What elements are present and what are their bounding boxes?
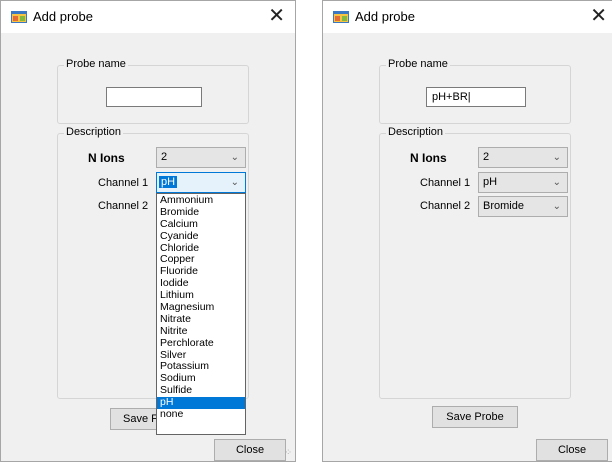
list-item[interactable]: Nitrate (157, 313, 245, 326)
chevron-down-icon: ⌄ (230, 152, 239, 163)
save-probe-button-label: Save F (123, 413, 158, 425)
title-bar: Add probe ✕ (1, 1, 295, 33)
close-icon[interactable]: ✕ (268, 4, 285, 28)
form-app-icon (333, 11, 349, 23)
n-ions-select[interactable]: 2 ⌄ (156, 147, 246, 168)
channel1-value: pH (159, 176, 178, 188)
window-title: Add probe (33, 9, 93, 24)
list-item[interactable]: none (157, 408, 245, 421)
close-button[interactable]: Close (536, 439, 608, 461)
n-ions-value: 2 (483, 151, 490, 163)
n-ions-label: N Ions (88, 151, 125, 165)
list-item[interactable]: Calcium (157, 218, 245, 231)
chevron-down-icon: ⌄ (230, 177, 239, 188)
title-bar: Add probe ✕ (323, 1, 612, 33)
description-group-label: Description (64, 126, 124, 138)
save-probe-button-label: Save Probe (446, 411, 504, 423)
channel1-select[interactable]: pH ⌄ (478, 172, 568, 193)
channel1-label: Channel 1 (98, 177, 149, 189)
description-group-label: Description (386, 126, 446, 138)
channel1-dropdown-list[interactable]: Ammonium Bromide Calcium Cyanide Chlorid… (156, 193, 246, 435)
channel1-select[interactable]: pH ⌄ (156, 172, 246, 193)
list-item[interactable]: Cyanide (157, 230, 245, 243)
n-ions-value: 2 (161, 151, 168, 163)
save-probe-button[interactable]: Save Probe (432, 406, 518, 428)
list-item[interactable]: Bromide (157, 206, 245, 219)
probe-name-group-label: Probe name (386, 58, 450, 70)
add-probe-window-left: Add probe ✕ Probe name Description N Ion… (0, 0, 296, 462)
channel2-label: Channel 2 (420, 200, 471, 212)
channel1-value: pH (483, 176, 498, 188)
window-title: Add probe (355, 9, 415, 24)
probe-name-input[interactable] (106, 87, 202, 107)
n-ions-label: N Ions (410, 151, 447, 165)
form-app-icon (11, 11, 27, 23)
close-button[interactable]: Close (214, 439, 286, 461)
chevron-down-icon: ⌄ (552, 201, 561, 212)
save-probe-button[interactable]: Save F (110, 408, 158, 430)
add-probe-window-right: Add probe ✕ Probe name pH+BR| Descriptio… (322, 0, 612, 462)
close-icon[interactable]: ✕ (590, 4, 607, 28)
chevron-down-icon: ⌄ (552, 152, 561, 163)
resize-grip-icon[interactable]: ⁘ (284, 447, 292, 458)
probe-name-input[interactable]: pH+BR| (426, 87, 526, 107)
channel2-value: Bromide (483, 200, 524, 212)
close-button-label: Close (557, 444, 587, 456)
channel1-label: Channel 1 (420, 177, 471, 189)
n-ions-select[interactable]: 2 ⌄ (478, 147, 568, 168)
list-item[interactable]: Perchlorate (157, 337, 245, 350)
close-button-label: Close (235, 444, 265, 456)
channel2-label: Channel 2 (98, 200, 149, 212)
channel2-select[interactable]: Bromide ⌄ (478, 196, 568, 217)
chevron-down-icon: ⌄ (552, 177, 561, 188)
list-item[interactable]: Nitrite (157, 325, 245, 338)
probe-name-group-label: Probe name (64, 58, 128, 70)
